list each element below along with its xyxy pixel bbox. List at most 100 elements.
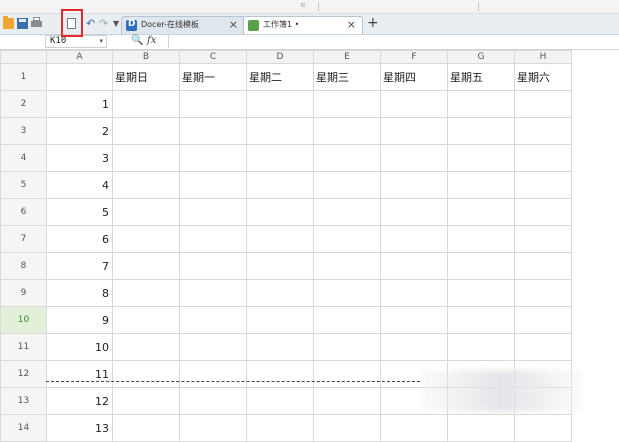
grid-cell[interactable] xyxy=(112,279,180,307)
row-header[interactable]: 6 xyxy=(0,198,47,226)
grid-cell[interactable] xyxy=(313,171,381,199)
grid-cell[interactable] xyxy=(514,144,572,172)
grid-cell[interactable] xyxy=(447,333,515,361)
grid-cell[interactable] xyxy=(179,225,247,253)
grid-cell[interactable] xyxy=(246,171,314,199)
grid-cell[interactable] xyxy=(112,171,180,199)
grid-cell[interactable]: 星期二 xyxy=(246,63,314,91)
grid-cell[interactable] xyxy=(313,414,381,442)
grid-cell[interactable]: 10 xyxy=(46,333,113,361)
grid-cell[interactable] xyxy=(246,306,314,334)
close-icon[interactable]: × xyxy=(347,18,356,31)
grid-cell[interactable] xyxy=(179,387,247,415)
grid-cell[interactable] xyxy=(112,252,180,280)
grid-cell[interactable] xyxy=(179,306,247,334)
print-icon[interactable] xyxy=(31,17,42,27)
grid-cell[interactable] xyxy=(447,306,515,334)
grid-cell[interactable] xyxy=(179,360,247,388)
grid-cell[interactable] xyxy=(380,144,448,172)
grid-cell[interactable] xyxy=(179,90,247,118)
grid-cell[interactable]: 星期六 xyxy=(514,63,572,91)
grid-cell[interactable] xyxy=(246,333,314,361)
grid-cell[interactable] xyxy=(112,117,180,145)
grid-cell[interactable] xyxy=(246,225,314,253)
grid-cell[interactable]: 11 xyxy=(46,360,113,388)
grid-cell[interactable] xyxy=(179,198,247,226)
row-header[interactable]: 12 xyxy=(0,360,47,388)
grid-cell[interactable] xyxy=(313,225,381,253)
tab-workbook1[interactable]: 工作簿1 • × xyxy=(243,16,363,34)
grid-cell[interactable]: 星期日 xyxy=(112,63,180,91)
column-header[interactable]: A xyxy=(46,50,113,64)
grid-cell[interactable] xyxy=(514,306,572,334)
column-header[interactable]: C xyxy=(179,50,247,64)
grid-cell[interactable] xyxy=(313,252,381,280)
grid-cell[interactable] xyxy=(112,198,180,226)
grid-cell[interactable] xyxy=(447,225,515,253)
grid-cell[interactable] xyxy=(112,144,180,172)
grid-cell[interactable] xyxy=(112,414,180,442)
grid-cell[interactable]: 2 xyxy=(46,117,113,145)
row-header[interactable]: 2 xyxy=(0,90,47,118)
grid-cell[interactable] xyxy=(514,333,572,361)
row-header[interactable]: 3 xyxy=(0,117,47,145)
grid-cell[interactable] xyxy=(447,252,515,280)
grid-cell[interactable] xyxy=(246,414,314,442)
grid-cell[interactable]: 6 xyxy=(46,225,113,253)
grid-cell[interactable] xyxy=(447,414,515,442)
grid-cell[interactable] xyxy=(179,117,247,145)
row-header[interactable]: 13 xyxy=(0,387,47,415)
grid-cell[interactable]: 8 xyxy=(46,279,113,307)
row-header[interactable]: 1 xyxy=(0,63,47,91)
tab-docer-templates[interactable]: Docer-在线模板 × xyxy=(121,16,245,34)
open-folder-icon[interactable] xyxy=(3,16,14,29)
grid-cell[interactable] xyxy=(246,387,314,415)
column-header[interactable]: B xyxy=(112,50,180,64)
redo-icon[interactable]: ↷ xyxy=(99,17,108,30)
save-icon[interactable] xyxy=(17,18,28,29)
grid-cell[interactable] xyxy=(179,414,247,442)
grid-cell[interactable]: 1 xyxy=(46,90,113,118)
grid-cell[interactable] xyxy=(313,306,381,334)
row-header[interactable]: 10 xyxy=(0,306,47,334)
row-header[interactable]: 7 xyxy=(0,225,47,253)
new-tab-plus-icon[interactable]: + xyxy=(367,15,379,31)
grid-cell[interactable] xyxy=(112,90,180,118)
grid-cell[interactable]: 12 xyxy=(46,387,113,415)
grid-cell[interactable]: 4 xyxy=(46,171,113,199)
grid-cell[interactable]: 3 xyxy=(46,144,113,172)
grid-cell[interactable] xyxy=(447,279,515,307)
grid-cell[interactable] xyxy=(313,279,381,307)
grid-cell[interactable] xyxy=(514,117,572,145)
grid-cell[interactable] xyxy=(447,144,515,172)
grid-cell[interactable]: 星期五 xyxy=(447,63,515,91)
grid-cell[interactable] xyxy=(380,252,448,280)
row-header[interactable]: 11 xyxy=(0,333,47,361)
grid-cell[interactable] xyxy=(313,360,381,388)
grid-cell[interactable] xyxy=(179,171,247,199)
chevron-down-icon[interactable]: ▾ xyxy=(99,37,103,45)
grid-cell[interactable] xyxy=(447,117,515,145)
grid-cell[interactable]: 13 xyxy=(46,414,113,442)
row-header[interactable]: 14 xyxy=(0,414,47,442)
grid-cell[interactable]: 5 xyxy=(46,198,113,226)
column-header[interactable]: G xyxy=(447,50,515,64)
close-icon[interactable]: × xyxy=(229,18,238,31)
grid-cell[interactable]: 星期三 xyxy=(313,63,381,91)
grid-cell[interactable] xyxy=(380,225,448,253)
grid-cell[interactable] xyxy=(112,333,180,361)
column-header[interactable]: E xyxy=(313,50,381,64)
grid-cell[interactable] xyxy=(313,144,381,172)
magnifier-icon[interactable]: 🔍 xyxy=(131,35,143,46)
grid-cell[interactable] xyxy=(447,198,515,226)
grid-cell[interactable] xyxy=(514,279,572,307)
select-all-corner[interactable] xyxy=(0,50,47,64)
column-header[interactable]: H xyxy=(514,50,572,64)
grid-cell[interactable] xyxy=(313,198,381,226)
grid-cell[interactable] xyxy=(447,90,515,118)
grid-cell[interactable] xyxy=(112,387,180,415)
grid-cell[interactable] xyxy=(179,333,247,361)
grid-cell[interactable] xyxy=(246,279,314,307)
grid-cell[interactable]: 星期一 xyxy=(179,63,247,91)
grid-cell[interactable]: 9 xyxy=(46,306,113,334)
